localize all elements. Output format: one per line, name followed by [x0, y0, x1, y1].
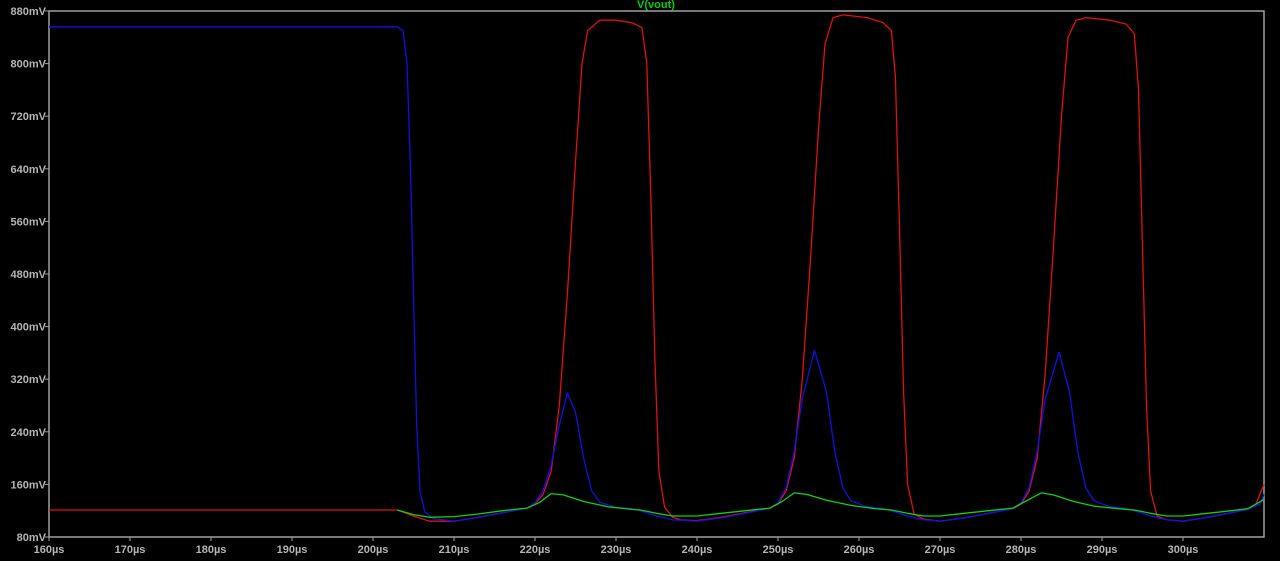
x-tick-label: 220µs	[520, 544, 551, 556]
x-tick-label: 230µs	[601, 544, 632, 556]
x-tick-label: 160µs	[34, 544, 65, 556]
y-tick-label: 400mV	[11, 322, 47, 334]
y-tick-label: 240mV	[11, 427, 47, 439]
y-tick-label: 320mV	[11, 374, 47, 386]
x-tick-label: 210µs	[439, 544, 470, 556]
x-tick-label: 190µs	[277, 544, 308, 556]
x-tick-label: 300µs	[1168, 544, 1199, 556]
trace-red-trace[interactable]	[49, 14, 1265, 522]
x-tick-label: 200µs	[358, 544, 389, 556]
y-tick-label: 80mV	[17, 532, 47, 544]
trace-blue-trace[interactable]	[49, 26, 1265, 522]
axes: 80mV 160mV 240mV 320mV 400mV 480mV 560mV 640mV 7…	[11, 6, 1265, 556]
y-tick-label: 560mV	[11, 216, 47, 228]
y-tick-label: 880mV	[11, 6, 47, 18]
traces	[49, 14, 1265, 522]
x-tick-label: 240µs	[682, 544, 713, 556]
x-tick-label: 290µs	[1087, 544, 1118, 556]
y-tick-label: 160mV	[11, 479, 47, 491]
y-tick-label: 480mV	[11, 269, 47, 281]
plot-frame	[48, 10, 1265, 538]
x-tick-label: 270µs	[925, 544, 956, 556]
y-tick-label: 800mV	[11, 59, 47, 71]
y-tick-label: 640mV	[11, 164, 47, 176]
x-tick-label: 180µs	[196, 544, 227, 556]
x-tick-label: 170µs	[115, 544, 146, 556]
trace-v-vout-[interactable]	[397, 492, 1265, 518]
x-tick-label: 260µs	[844, 544, 875, 556]
x-tick-label: 280µs	[1006, 544, 1037, 556]
chart-title[interactable]: V(vout)	[637, 0, 675, 11]
waveform-chart[interactable]: V(vout) 80mV 160mV 240mV 320mV 400mV 480mV 560…	[0, 0, 1280, 561]
x-tick-label: 250µs	[763, 544, 794, 556]
y-tick-label: 720mV	[11, 111, 47, 123]
